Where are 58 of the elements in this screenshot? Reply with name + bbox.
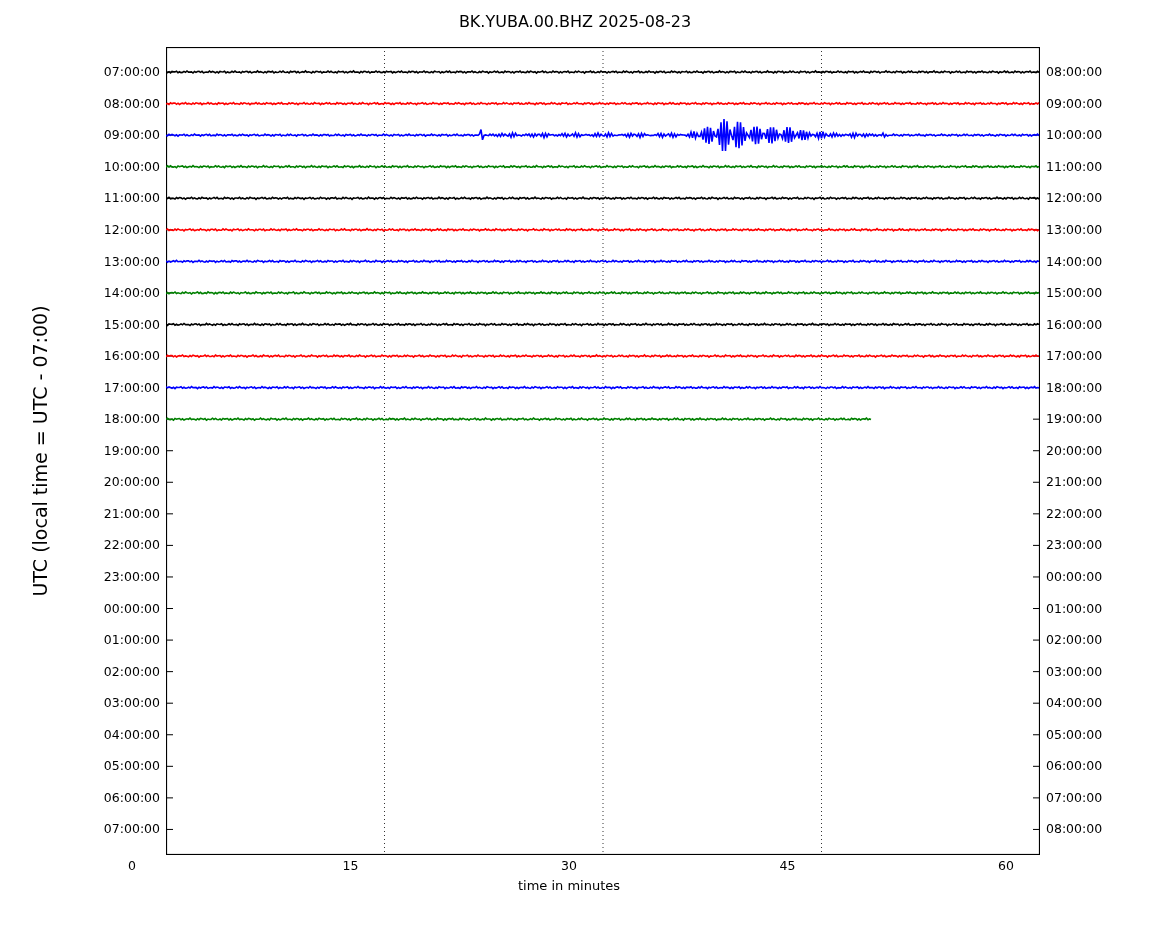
hour-label: 09:00:00 <box>1046 94 1103 113</box>
hour-label: 12:00:00 <box>1046 189 1103 208</box>
hour-label: 10:00:00 <box>1046 126 1103 145</box>
hour-label: 13:00:00 <box>103 252 160 271</box>
hour-label: 00:00:00 <box>1046 567 1103 586</box>
hour-label: 01:00:00 <box>103 631 160 650</box>
hour-label: 12:00:00 <box>103 220 160 239</box>
hour-label: 23:00:00 <box>103 567 160 586</box>
hour-label: 18:00:00 <box>1046 378 1103 397</box>
hour-label: 11:00:00 <box>103 189 160 208</box>
hour-label: 15:00:00 <box>103 315 160 334</box>
hour-label: 17:00:00 <box>1046 347 1103 366</box>
hour-label: 04:00:00 <box>103 725 160 744</box>
hour-label: 15:00:00 <box>1046 284 1103 303</box>
hour-label: 11:00:00 <box>1046 157 1103 176</box>
hour-label: 07:00:00 <box>1046 788 1103 807</box>
y-axis-label: UTC (local time = UTC - 07:00) <box>29 305 51 597</box>
hour-label: 08:00:00 <box>1046 63 1103 82</box>
hour-label: 22:00:00 <box>103 536 160 555</box>
hour-label: 05:00:00 <box>1046 725 1103 744</box>
hour-label: 20:00:00 <box>103 473 160 492</box>
x-axis-label: time in minutes <box>517 878 621 894</box>
hour-label: 13:00:00 <box>1046 220 1103 239</box>
hour-label: 20:00:00 <box>1046 441 1103 460</box>
hour-label: 17:00:00 <box>103 378 160 397</box>
hour-label: 09:00:00 <box>103 126 160 145</box>
chart-title: BK.YUBA.00.BHZ 2025-08-23 <box>458 12 692 32</box>
hour-label: 06:00:00 <box>103 788 160 807</box>
hour-label: 08:00:00 <box>103 94 160 113</box>
hour-label: 03:00:00 <box>103 694 160 713</box>
hour-label: 04:00:00 <box>1046 694 1103 713</box>
hour-label: 21:00:00 <box>103 504 160 523</box>
hour-label: 01:00:00 <box>1046 599 1103 618</box>
x-tick-label: 30 <box>561 858 577 874</box>
x-tick-label: 60 <box>998 858 1014 874</box>
hour-label: 02:00:00 <box>103 662 160 681</box>
hour-label: 05:00:00 <box>103 757 160 776</box>
x-tick-label: 15 <box>342 858 359 874</box>
hour-label: 14:00:00 <box>103 284 160 303</box>
hour-label: 08:00:00 <box>1046 820 1103 839</box>
hour-label: 19:00:00 <box>1046 410 1103 429</box>
hour-label: 06:00:00 <box>1046 757 1103 776</box>
hour-label: 23:00:00 <box>1046 536 1103 555</box>
hour-label: 00:00:00 <box>103 599 160 618</box>
hour-label: 03:00:00 <box>1046 662 1103 681</box>
hour-label: 07:00:00 <box>103 63 160 82</box>
hour-label: 02:00:00 <box>1046 631 1103 650</box>
x-tick-label: 45 <box>779 858 796 874</box>
hour-label: 10:00:00 <box>103 157 160 176</box>
hour-label: 16:00:00 <box>1046 315 1103 334</box>
hour-label: 07:00:00 <box>103 820 160 839</box>
hour-label: 19:00:00 <box>103 441 160 460</box>
hour-label: 21:00:00 <box>1046 473 1103 492</box>
hour-label: 16:00:00 <box>103 347 160 366</box>
x-tick-label: 0 <box>128 858 136 874</box>
hour-label: 18:00:00 <box>103 410 160 429</box>
hour-label: 14:00:00 <box>1046 252 1103 271</box>
hour-label: 22:00:00 <box>1046 504 1103 523</box>
